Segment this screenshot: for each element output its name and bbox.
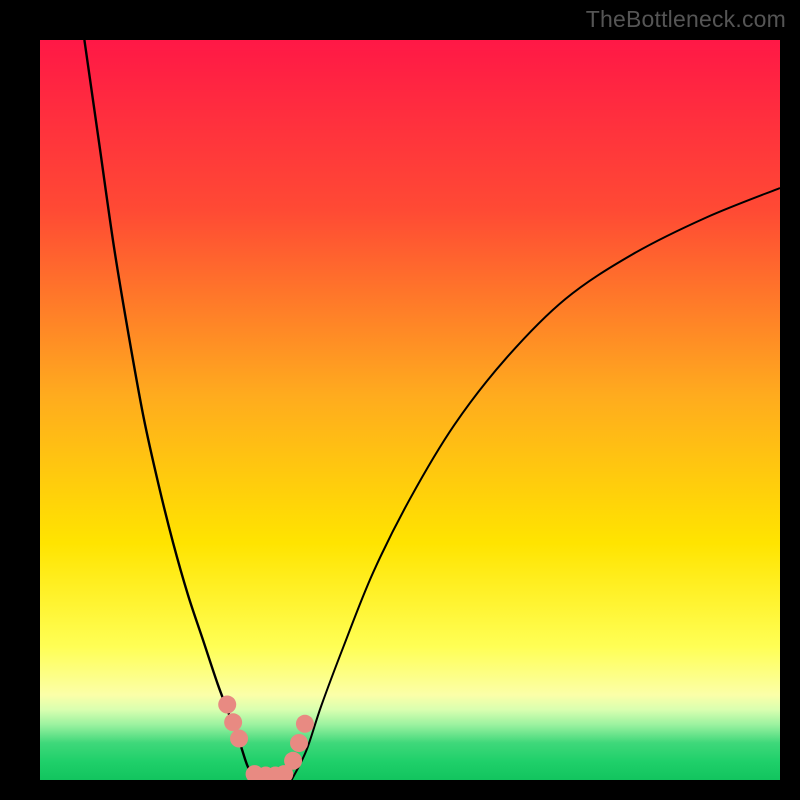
watermark-text: TheBottleneck.com xyxy=(586,6,786,33)
marker-dot xyxy=(218,696,236,714)
plot-area xyxy=(40,40,780,780)
curve-left xyxy=(84,40,254,780)
marker-dot xyxy=(230,730,248,748)
curves-layer xyxy=(40,40,780,780)
chart-frame: TheBottleneck.com xyxy=(0,0,800,800)
marker-dot xyxy=(290,734,308,752)
marker-dot xyxy=(296,715,314,733)
marker-dot xyxy=(284,752,302,770)
marker-dot xyxy=(224,713,242,731)
marker-group xyxy=(218,696,314,780)
curve-right xyxy=(292,188,780,780)
